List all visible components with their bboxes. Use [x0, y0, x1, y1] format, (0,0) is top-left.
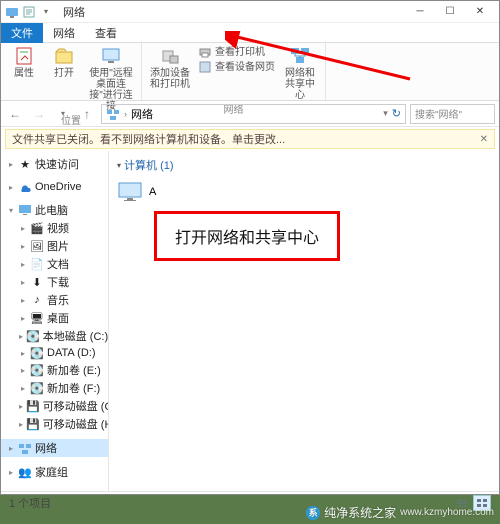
add-device-icon: [159, 45, 181, 67]
annotation-callout: 打开网络和共享中心: [154, 211, 340, 261]
open-icon: [53, 45, 75, 67]
sidebar-item-drive-c[interactable]: ▸💽本地磁盘 (C:): [1, 327, 108, 345]
cloud-icon: [18, 180, 32, 194]
window-title: 网络: [63, 4, 85, 20]
ribbon-group-location: 属性 打开 使用"远程桌面连接"进行连接 位置: [1, 43, 142, 100]
sidebar-item-music[interactable]: ▸♪音乐: [1, 291, 108, 309]
tab-view[interactable]: 查看: [85, 23, 127, 43]
sidebar-item-video[interactable]: ▸🎬视频: [1, 219, 108, 237]
tab-network[interactable]: 网络: [43, 23, 85, 43]
drive-icon: 💽: [26, 329, 40, 343]
ribbon-view-printers-button[interactable]: 查看打印机: [198, 45, 275, 59]
explorer-window: ▾ 网络 ─ ☐ ✕ 文件 网络 查看 属性 打开 使用: [0, 0, 500, 495]
ribbon-group-network: 添加设备和打印机 查看打印机 查看设备网页 网络和共享中心: [142, 43, 326, 100]
maximize-button[interactable]: ☐: [435, 2, 465, 22]
pictures-icon: 🖼: [30, 239, 44, 253]
info-bar[interactable]: 文件共享已关闭。看不到网络计算机和设备。单击更改... ✕: [5, 129, 495, 149]
watermark: 系 纯净系统之家 www.kzmyhome.com: [306, 504, 494, 521]
address-path: 网络: [131, 106, 153, 122]
printer-icon: [198, 45, 212, 59]
sidebar-item-homegroup[interactable]: ▸👥家庭组: [1, 463, 108, 481]
music-icon: ♪: [30, 293, 44, 307]
address-field[interactable]: › 网络 ▾ ↻: [101, 104, 406, 124]
address-dropdown-icon[interactable]: ▾: [383, 108, 388, 119]
back-button[interactable]: ←: [5, 104, 25, 124]
ribbon-add-device-button[interactable]: 添加设备和打印机: [148, 45, 192, 90]
sidebar-item-drive-g[interactable]: ▸💾可移动磁盘 (G:): [1, 397, 108, 415]
sidebar-item-documents[interactable]: ▸📄文档: [1, 255, 108, 273]
ribbon-tabs: 文件 网络 查看: [1, 23, 499, 43]
sidebar-item-drive-h[interactable]: ▸💾可移动磁盘 (H:): [1, 415, 108, 433]
sidebar-item-onedrive[interactable]: ▸OneDrive: [1, 179, 108, 195]
nav-pane: ▸★快速访问 ▸OneDrive ▾此电脑 ▸🎬视频 ▸🖼图片 ▸📄文档 ▸⬇下…: [1, 151, 109, 491]
homegroup-icon: 👥: [18, 465, 32, 479]
app-icon: [5, 5, 19, 19]
chevron-right-icon: ›: [124, 109, 127, 119]
tab-file[interactable]: 文件: [1, 23, 43, 43]
sidebar-item-desktop[interactable]: ▸🖥桌面: [1, 309, 108, 327]
device-page-icon: [198, 60, 212, 74]
up-button[interactable]: ↑: [77, 104, 97, 124]
usb-icon: 💾: [26, 417, 40, 431]
network-icon: [18, 441, 32, 455]
properties-icon: [13, 45, 35, 67]
ribbon-open-button[interactable]: 打开: [47, 45, 81, 79]
refresh-icon[interactable]: ↻: [392, 107, 401, 120]
ribbon-view-device-page-button[interactable]: 查看设备网页: [198, 60, 275, 74]
sidebar-item-quick[interactable]: ▸★快速访问: [1, 155, 108, 173]
pc-icon: [18, 203, 32, 217]
watermark-logo-icon: 系: [306, 506, 320, 520]
downloads-icon: ⬇: [30, 275, 44, 289]
rdp-icon: [100, 45, 122, 67]
sidebar-item-drive-d[interactable]: ▸💽DATA (D:): [1, 345, 108, 361]
documents-icon: 📄: [30, 257, 44, 271]
network-center-icon: [289, 45, 311, 67]
sidebar-item-downloads[interactable]: ▸⬇下载: [1, 273, 108, 291]
sidebar-item-thispc[interactable]: ▾此电脑: [1, 201, 108, 219]
ribbon-rdp-button[interactable]: 使用"远程桌面连接"进行连接: [87, 45, 135, 112]
desktop-icon: 🖥: [30, 311, 44, 325]
list-item[interactable]: A: [117, 181, 491, 203]
sidebar-item-network[interactable]: ▸网络: [1, 439, 108, 457]
ribbon: 属性 打开 使用"远程桌面连接"进行连接 位置 添加设备和打印机: [1, 43, 499, 101]
sidebar-item-drive-e[interactable]: ▸💽新加卷 (E:): [1, 361, 108, 379]
history-dropdown[interactable]: ▾: [53, 104, 73, 124]
chevron-down-icon: ▾: [117, 161, 121, 170]
status-count: 1 个项目: [9, 495, 51, 511]
drive-icon: 💽: [30, 381, 44, 395]
content-pane: ▾ 计算机 (1) A 打开网络和共享中心: [109, 151, 499, 491]
ribbon-properties-button[interactable]: 属性: [7, 45, 41, 79]
sidebar-item-pictures[interactable]: ▸🖼图片: [1, 237, 108, 255]
info-close-icon[interactable]: ✕: [480, 134, 488, 145]
computer-icon: [117, 181, 143, 203]
close-button[interactable]: ✕: [465, 2, 495, 22]
usb-icon: 💾: [26, 399, 40, 413]
qat-props-icon[interactable]: [22, 5, 36, 19]
drive-icon: 💽: [30, 363, 44, 377]
network-icon: [106, 107, 120, 121]
search-input[interactable]: 搜索"网络": [410, 104, 495, 124]
minimize-button[interactable]: ─: [405, 2, 435, 22]
star-icon: ★: [18, 157, 32, 171]
drive-icon: 💽: [30, 346, 44, 360]
info-text: 文件共享已关闭。看不到网络计算机和设备。单击更改...: [12, 131, 285, 147]
titlebar: ▾ 网络 ─ ☐ ✕: [1, 1, 499, 23]
ribbon-network-center-button[interactable]: 网络和共享中心: [281, 45, 319, 101]
group-header-computers[interactable]: ▾ 计算机 (1): [117, 157, 491, 173]
qat-dropdown-icon[interactable]: ▾: [39, 5, 53, 19]
computer-name: A: [149, 186, 156, 198]
forward-button[interactable]: →: [29, 104, 49, 124]
video-icon: 🎬: [30, 221, 44, 235]
sidebar-item-drive-f[interactable]: ▸💽新加卷 (F:): [1, 379, 108, 397]
